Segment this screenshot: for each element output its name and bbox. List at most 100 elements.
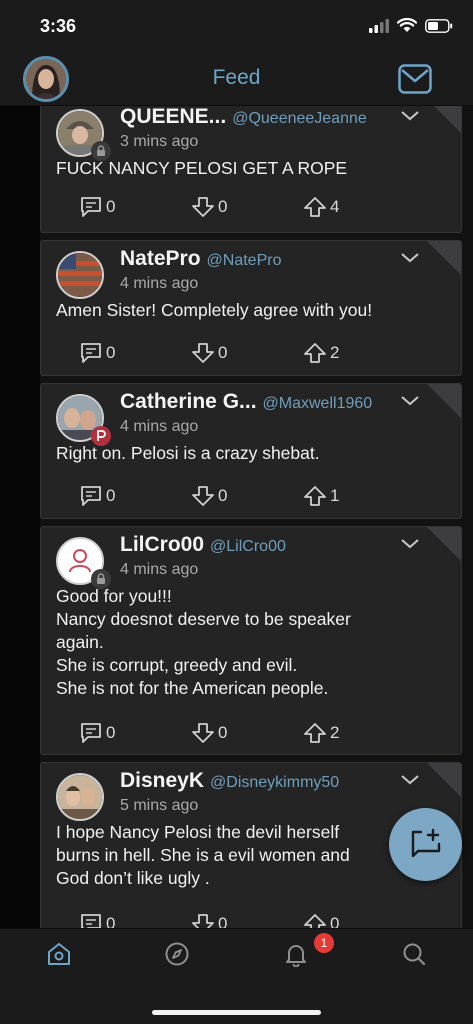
feed-list[interactable]: QUEENE... @QueeneeJeanne 3 mins ago FUCK … [0,106,473,928]
post-options-chevron-icon[interactable] [401,396,419,406]
arrow-down-icon [192,723,214,743]
user-photo [58,775,102,819]
tab-search[interactable] [399,939,429,969]
post-time: 4 mins ago [120,275,199,292]
tab-notifications[interactable] [281,939,311,969]
status-icons [369,18,453,33]
user-name[interactable]: DisneyK [120,769,204,792]
app-header: Feed [0,52,473,106]
post-text: Good for you!!! Nancy doesnot deserve to… [56,586,351,698]
reply-button[interactable]: 0 [79,196,115,218]
lock-icon [97,145,105,156]
user-photo [58,253,102,297]
reply-button[interactable]: 0 [79,485,115,507]
upvote-count: 4 [330,197,340,216]
post-time: 4 mins ago [120,561,199,578]
post-options-chevron-icon[interactable] [401,775,419,785]
downvote-button[interactable]: 0 [191,342,227,364]
home-icon [48,943,70,965]
post-card[interactable]: LilCro00 @LilCro00 4 mins ago Good for yo… [40,526,462,755]
reply-count: 0 [106,197,116,216]
post-options-chevron-icon[interactable] [401,253,419,263]
comment-icon [81,343,101,363]
battery-icon [425,18,453,33]
arrow-down-icon [192,914,214,928]
upvote-count: 2 [330,723,340,742]
comment-icon [81,914,101,928]
tab-discover[interactable] [162,939,192,969]
post-time: 4 mins ago [120,418,199,435]
compose-icon [411,828,440,857]
downvote-count: 0 [218,486,228,505]
downvote-button[interactable]: 0 [191,722,227,744]
reply-count: 0 [106,914,116,928]
arrow-up-icon [304,723,326,743]
reply-button[interactable]: 0 [79,342,115,364]
arrow-down-icon [192,343,214,363]
downvote-count: 0 [218,343,228,362]
downvote-button[interactable]: 0 [191,196,227,218]
downvote-count: 0 [218,723,228,742]
user-name[interactable]: LilCro00 [120,533,204,556]
parler-logo-icon [97,430,106,441]
user-name[interactable]: Catherine G... [120,390,257,413]
downvote-count: 0 [218,914,228,928]
status-bar: 3:36 [0,0,473,52]
upvote-button[interactable]: 1 [303,485,339,507]
comment-icon [81,723,101,743]
post-time: 5 mins ago [120,797,199,814]
post-card[interactable]: QUEENE... @QueeneeJeanne 3 mins ago FUCK … [40,106,462,233]
compass-icon [165,942,189,966]
post-options-chevron-icon[interactable] [401,111,419,121]
upvote-button[interactable]: 4 [303,196,339,218]
avatar[interactable] [56,251,104,299]
home-indicator[interactable] [152,1010,321,1015]
user-handle[interactable]: @Disneykimmy50 [210,774,339,791]
post-card[interactable]: NatePro @NatePro 4 mins ago Amen Sister! … [40,240,462,376]
post-card[interactable]: Catherine G... @Maxwell1960 4 mins ago Ri… [40,383,462,519]
avatar[interactable] [56,773,104,821]
arrow-up-icon [304,197,326,217]
downvote-button[interactable]: 0 [191,913,227,928]
notification-count-badge: 1 [314,933,334,953]
post-text: Right on. Pelosi is a crazy shebat. [56,443,320,463]
post-options-chevron-icon[interactable] [401,539,419,549]
user-handle[interactable]: @Maxwell1960 [263,395,373,412]
bell-icon [286,945,306,967]
upvote-button[interactable]: 2 [303,722,339,744]
upvote-button[interactable]: 0 [303,913,339,928]
downvote-button[interactable]: 0 [191,485,227,507]
reply-count: 0 [106,723,116,742]
search-icon [403,943,426,966]
wifi-icon [397,18,417,32]
envelope-icon [398,64,432,94]
user-handle[interactable]: @QueeneeJeanne [232,110,367,127]
cellular-signal-icon [369,18,389,33]
upvote-button[interactable]: 2 [303,342,339,364]
status-time: 3:36 [40,16,77,36]
post-text: Amen Sister! Completely agree with you! [56,300,373,320]
post-text: FUCK NANCY PELOSI GET A ROPE [56,158,348,178]
comment-icon [81,197,101,217]
user-name[interactable]: NatePro [120,247,201,270]
reply-count: 0 [106,343,116,362]
user-handle[interactable]: @LilCro00 [210,538,286,555]
lock-icon [97,573,105,584]
user-handle[interactable]: @NatePro [207,252,282,269]
tab-home[interactable] [44,939,74,969]
messages-button[interactable] [398,64,432,99]
upvote-count: 2 [330,343,340,362]
upvote-count: 0 [330,914,340,928]
arrow-down-icon [192,486,214,506]
comment-icon [81,486,101,506]
reply-count: 0 [106,486,116,505]
arrow-up-icon [304,343,326,363]
reply-button[interactable]: 0 [79,913,115,928]
arrow-up-icon [304,914,326,928]
compose-post-button[interactable] [389,808,462,881]
reply-button[interactable]: 0 [79,722,115,744]
arrow-up-icon [304,486,326,506]
upvote-count: 1 [330,486,340,505]
user-name[interactable]: QUEENE... [120,106,226,128]
post-time: 3 mins ago [120,133,199,150]
